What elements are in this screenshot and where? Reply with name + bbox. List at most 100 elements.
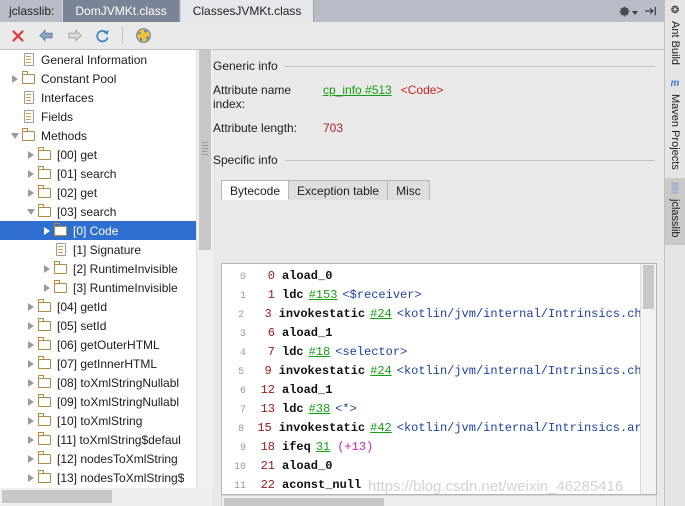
expand-arrow-icon[interactable] [24,416,37,425]
tab-bytecode[interactable]: Bytecode [221,180,290,200]
bytecode-line[interactable]: 9 18 ifeq 31 (+13) [222,438,656,457]
bytecode-constant-ref[interactable]: #24 [370,305,392,324]
expand-arrow-icon[interactable] [24,340,37,349]
tree-item[interactable]: Constant Pool [0,69,196,88]
expand-arrow-icon[interactable] [24,378,37,387]
tree-item[interactable]: [1] Signature [0,240,196,259]
bytecode-vertical-scrollbar[interactable] [640,264,656,494]
bytecode-line[interactable]: 1 1 ldc #153 <$receiver> [222,286,656,305]
expand-arrow-icon[interactable] [40,226,53,235]
class-structure-tree[interactable]: General Information Constant Pool Interfac… [0,50,196,488]
collapse-arrow-icon[interactable] [24,208,37,215]
bytecode-line[interactable]: 6 12 aload_1 [222,381,656,400]
settings-button[interactable] [618,5,638,18]
tree-item[interactable]: [3] RuntimeInvisible [0,278,196,297]
bytecode-line[interactable]: 4 7 ldc #18 <selector> [222,343,656,362]
bytecode-offset: 7 [267,345,275,359]
tree-item[interactable]: [10] toXmlString [0,411,196,430]
tab-misc-label: Misc [396,184,421,198]
tree-item[interactable]: [08] toXmlStringNullabl [0,373,196,392]
tree-horizontal-scroll-thumb[interactable] [2,490,112,503]
bytecode-vertical-scroll-thumb[interactable] [643,265,654,309]
expand-arrow-icon[interactable] [24,169,37,178]
tree-horizontal-scrollbar[interactable] [0,488,212,506]
tree-item[interactable]: [07] getInnerHTML [0,354,196,373]
folder-icon [37,204,53,220]
hide-panel-icon[interactable] [644,5,658,17]
tree-vertical-scrollbar[interactable] [196,50,213,488]
tab-classesjvmkt-label: ClassesJVMKt.class [192,4,302,18]
expand-arrow-icon[interactable] [24,435,37,444]
expand-arrow-icon[interactable] [40,283,53,292]
bytecode-line[interactable]: 5 9 invokestatic #24 <kotlin/jvm/internal/In… [222,362,656,381]
tree-item[interactable]: Fields [0,107,196,126]
expand-arrow-icon[interactable] [24,359,37,368]
close-button[interactable] [6,24,30,48]
collapse-arrow-icon[interactable] [8,132,21,139]
tree-item[interactable]: [13] nodesToXmlString$ [0,468,196,487]
folder-icon [37,185,53,201]
forward-button[interactable] [62,24,86,48]
tree-item[interactable]: [2] RuntimeInvisible [0,259,196,278]
expand-arrow-icon[interactable] [40,264,53,273]
bytecode-listing[interactable]: 0 0 aload_0 1 1 ldc #153 <$receiver> 2 3 invokesta… [221,263,657,495]
bytecode-constant-ref[interactable]: #24 [370,362,392,381]
tree-item[interactable]: [11] toXmlString$defaul [0,430,196,449]
attribute-name-index-link[interactable]: cp_info #513 [323,83,392,97]
tree-item[interactable]: [05] setId [0,316,196,335]
tree-item[interactable]: [03] search [0,202,196,221]
bytecode-line[interactable]: 0 0 aload_0 [222,267,656,286]
bytecode-constant-ref[interactable]: #18 [309,343,331,362]
tree-item[interactable]: [12] nodesToXmlString [0,449,196,468]
bytecode-constant-ref[interactable]: #153 [309,286,338,305]
tab-domjvmkt[interactable]: DomJVMKt.class [62,0,180,22]
bytecode-line[interactable]: 3 6 aload_1 [222,324,656,343]
expand-arrow-icon[interactable] [24,397,37,406]
bytecode-offset: 21 [260,459,275,473]
expand-arrow-icon[interactable] [24,454,37,463]
tool-window-ant-build[interactable]: ❂ Ant Build [665,0,685,73]
bytecode-horizontal-scroll-thumb[interactable] [224,498,384,506]
tree-item[interactable]: [0] Code [0,221,196,240]
reload-button[interactable] [90,24,114,48]
tree-item[interactable]: [04] getId [0,297,196,316]
bytecode-opcode: aconst_null [282,478,362,492]
tree-item-label: [08] toXmlStringNullabl [57,375,180,390]
tree-item[interactable]: [02] get [0,183,196,202]
tree-vertical-scroll-thumb[interactable] [199,50,211,250]
bytecode-horizontal-scrollbar[interactable] [221,495,657,506]
tree-item[interactable]: [09] toXmlStringNullabl [0,392,196,411]
tool-window-jclasslib[interactable]: ▒ jclasslib [665,177,685,246]
back-button[interactable] [34,24,58,48]
tree-item[interactable]: [00] get [0,145,196,164]
bytecode-line[interactable]: 2 3 invokestatic #24 <kotlin/jvm/internal/In… [222,305,656,324]
expand-arrow-icon[interactable] [24,188,37,197]
expand-arrow-icon[interactable] [24,150,37,159]
expand-arrow-icon[interactable] [8,74,21,83]
bytecode-line[interactable]: 11 22 aconst_null [222,476,656,494]
bytecode-line[interactable]: 10 21 aload_0 [222,457,656,476]
bytecode-opcode: ldc [282,402,304,416]
bytecode-constant-desc: <$receiver> [342,288,422,302]
tree-item[interactable]: [01] search [0,164,196,183]
tree-item[interactable]: Methods [0,126,196,145]
bytecode-jump-target[interactable]: 31 [316,438,330,457]
expand-arrow-icon[interactable] [24,321,37,330]
folder-icon [37,413,53,429]
tab-exception-table[interactable]: Exception table [288,180,389,200]
tree-item[interactable]: Interfaces [0,88,196,107]
tree-item-label: [02] get [57,185,98,200]
bytecode-constant-ref[interactable]: #38 [309,400,331,419]
tree-item[interactable]: General Information [0,50,196,69]
expand-arrow-icon[interactable] [24,302,37,311]
expand-arrow-icon[interactable] [24,473,37,482]
bytecode-constant-ref[interactable]: #42 [370,419,392,438]
tool-window-maven-projects[interactable]: m Maven Projects [665,73,685,178]
bytecode-line[interactable]: 7 13 ldc #38 <*> [222,400,656,419]
bytecode-line[interactable]: 8 15 invokestatic #42 <kotlin/jvm/internal/I… [222,419,656,438]
folder-icon [37,147,53,163]
browse-button[interactable] [131,24,155,48]
tab-misc[interactable]: Misc [387,180,430,200]
tab-classesjvmkt[interactable]: ClassesJVMKt.class [179,0,315,22]
tree-item[interactable]: [06] getOuterHTML [0,335,196,354]
